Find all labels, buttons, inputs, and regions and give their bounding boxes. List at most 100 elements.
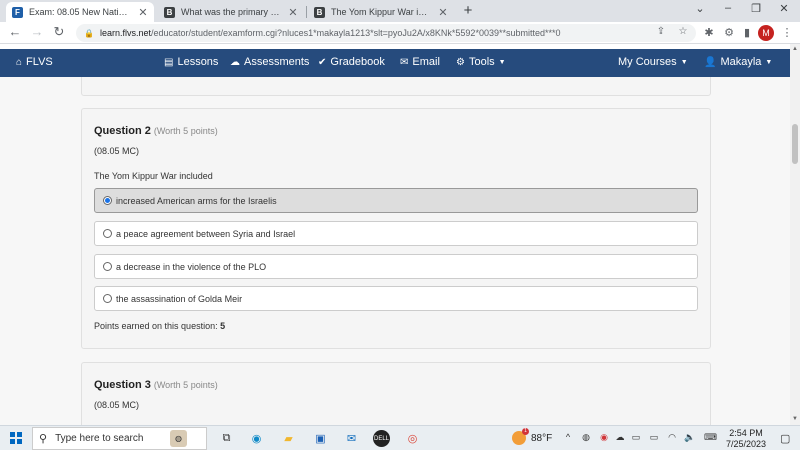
restore-button[interactable]: ❐ [746, 2, 766, 15]
user-label: Makayla [720, 56, 762, 68]
reload-icon[interactable]: ↻ [50, 24, 68, 40]
taskbar-clock[interactable]: 2:54 PM 7/25/2023 [722, 428, 770, 450]
search-highlight-icon[interactable]: ◍ [170, 430, 187, 447]
question-code: (08.05 MC) [94, 146, 140, 156]
tab-primary-reason[interactable]: B What was the primary reason wh ✕ [158, 2, 304, 22]
tab-yom-kippur[interactable]: B The Yom Kippur War included A ✕ [308, 2, 454, 22]
extensions-icon[interactable]: ✱ [702, 26, 716, 39]
radio-unselected[interactable] [103, 294, 112, 303]
close-tab-icon[interactable]: ✕ [288, 6, 298, 19]
sidebar-icon[interactable]: ▮ [740, 26, 754, 39]
caret-down-icon: ▼ [765, 58, 773, 66]
edge-browser-icon[interactable]: ◉ [248, 430, 265, 447]
tab-title: Exam: 08.05 New Nationalism - V [29, 7, 132, 17]
notifications-icon[interactable]: ▢ [780, 432, 790, 445]
brainly-favicon-icon: B [314, 6, 325, 18]
page-scrollbar[interactable]: ▲ ▼ [790, 44, 800, 425]
battery-icon[interactable]: ▭ [630, 432, 642, 443]
back-arrow-icon[interactable]: ← [6, 24, 24, 39]
minimize-button[interactable]: – [718, 2, 738, 14]
scroll-up-icon[interactable]: ▲ [790, 46, 800, 52]
address-bar[interactable]: 🔒 learn.flvs.net/educator/student/examfo… [76, 24, 696, 42]
tools-label: Tools [468, 56, 495, 68]
lessons-label: Lessons [177, 56, 219, 68]
share-icon[interactable]: ⇪ [654, 26, 668, 37]
my-courses-label: My Courses [618, 56, 677, 68]
wifi-icon[interactable]: ◠ [666, 432, 678, 443]
question-heading: Question 2 (Worth 5 points) [94, 125, 218, 137]
browser-toolbar: ← → ↻ 🔒 learn.flvs.net/educator/student/… [0, 22, 800, 44]
profile-avatar[interactable]: M [758, 25, 774, 41]
gradebook-label: Gradebook [330, 56, 385, 68]
gradebook-link[interactable]: ✔ Gradebook [318, 56, 385, 68]
radio-unselected[interactable] [103, 262, 112, 271]
question-2-panel: Question 2 (Worth 5 points) (08.05 MC) Th… [81, 108, 711, 349]
puzzle-icon[interactable]: ⚙ [722, 26, 736, 39]
assessments-label: Assessments [244, 56, 310, 68]
brainly-favicon-icon: B [164, 6, 175, 18]
answer-option-4[interactable]: the assassination of Golda Meir [94, 286, 698, 311]
scroll-down-icon[interactable]: ▼ [790, 416, 800, 422]
flvs-home-link[interactable]: ⌂ FLVS [16, 56, 53, 68]
radio-unselected[interactable] [103, 229, 112, 238]
answer-option-2[interactable]: a peace agreement between Syria and Isra… [94, 221, 698, 246]
lessons-link[interactable]: ▤ Lessons [164, 56, 218, 68]
task-view-icon[interactable]: ⧉ [218, 430, 235, 447]
radio-selected[interactable] [103, 196, 112, 205]
microsoft-store-icon[interactable]: ▣ [312, 430, 329, 447]
user-icon: 👤 [704, 56, 717, 68]
previous-question-panel [81, 77, 711, 96]
answer-option-1[interactable]: increased American arms for the Israelis [94, 188, 698, 213]
question-3-panel: Question 3 (Worth 5 points) (08.05 MC) [81, 362, 711, 425]
windows-start-icon[interactable] [10, 432, 22, 444]
file-explorer-icon[interactable]: ▰ [280, 430, 297, 447]
tools-menu[interactable]: ⚙ Tools ▼ [456, 56, 506, 68]
email-link[interactable]: ✉ Email [400, 56, 440, 68]
flvs-favicon-icon: F [12, 6, 23, 18]
answer-label: a decrease in the violence of the PLO [116, 261, 267, 272]
user-menu[interactable]: 👤 Makayla ▼ [704, 56, 772, 68]
question-number: Question 2 [94, 125, 151, 137]
question-prompt: The Yom Kippur War included [94, 171, 213, 181]
bookmark-star-icon[interactable]: ☆ [676, 26, 690, 37]
close-tab-icon[interactable]: ✕ [138, 6, 148, 19]
points-value: 5 [220, 321, 226, 331]
envelope-icon: ✉ [400, 56, 409, 68]
my-courses-menu[interactable]: My Courses ▼ [618, 56, 688, 68]
new-tab-button[interactable]: + [460, 2, 476, 19]
meet-now-icon[interactable]: ◍ [580, 432, 592, 443]
question-heading: Question 3 (Worth 5 points) [94, 379, 218, 391]
tab-separator [306, 6, 307, 18]
question-number: Question 3 [94, 379, 151, 391]
question-worth: (Worth 5 points) [153, 126, 218, 136]
mail-icon[interactable]: ✉ [343, 430, 360, 447]
forward-arrow-icon[interactable]: → [28, 24, 46, 39]
menu-kebab-icon[interactable]: ⋮ [780, 26, 794, 39]
tab-title: The Yom Kippur War included A [331, 7, 432, 17]
tab-exam[interactable]: F Exam: 08.05 New Nationalism - V ✕ [6, 2, 154, 22]
caret-down-icon: ▼ [498, 58, 506, 66]
close-tab-icon[interactable]: ✕ [438, 6, 448, 19]
volume-icon[interactable]: 🔈 [684, 432, 696, 443]
weather-widget[interactable]: 1 88°F [512, 428, 552, 445]
display-icon[interactable]: ▭ [648, 432, 660, 443]
tab-search-icon[interactable]: ⌄ [690, 2, 710, 15]
chrome-icon[interactable]: ◎ [404, 430, 421, 447]
url-text: learn.flvs.net/educator/student/examform… [100, 28, 696, 38]
answer-option-3[interactable]: a decrease in the violence of the PLO [94, 254, 698, 279]
assessments-link[interactable]: ☁ Assessments [230, 56, 309, 68]
clock-time: 2:54 PM [729, 428, 763, 438]
onedrive-icon[interactable]: ☁ [614, 432, 626, 443]
security-icon[interactable]: ◉ [598, 432, 610, 443]
answer-label: the assassination of Golda Meir [116, 293, 243, 304]
url-path: /educator/student/examform.cgi?nluces1*m… [151, 28, 561, 38]
points-label: Points earned on this question: [94, 321, 218, 331]
answer-label: increased American arms for the Israelis [116, 195, 277, 206]
language-icon[interactable]: ⌨ [704, 432, 717, 443]
points-earned: Points earned on this question: 5 [94, 321, 225, 331]
exam-content: Question 2 (Worth 5 points) (08.05 MC) Th… [0, 77, 790, 425]
close-window-button[interactable]: ✕ [774, 2, 794, 15]
dell-icon[interactable]: DELL [373, 430, 390, 447]
show-hidden-icons-chevron-icon[interactable]: ^ [562, 432, 574, 442]
scroll-thumb[interactable] [792, 124, 798, 164]
